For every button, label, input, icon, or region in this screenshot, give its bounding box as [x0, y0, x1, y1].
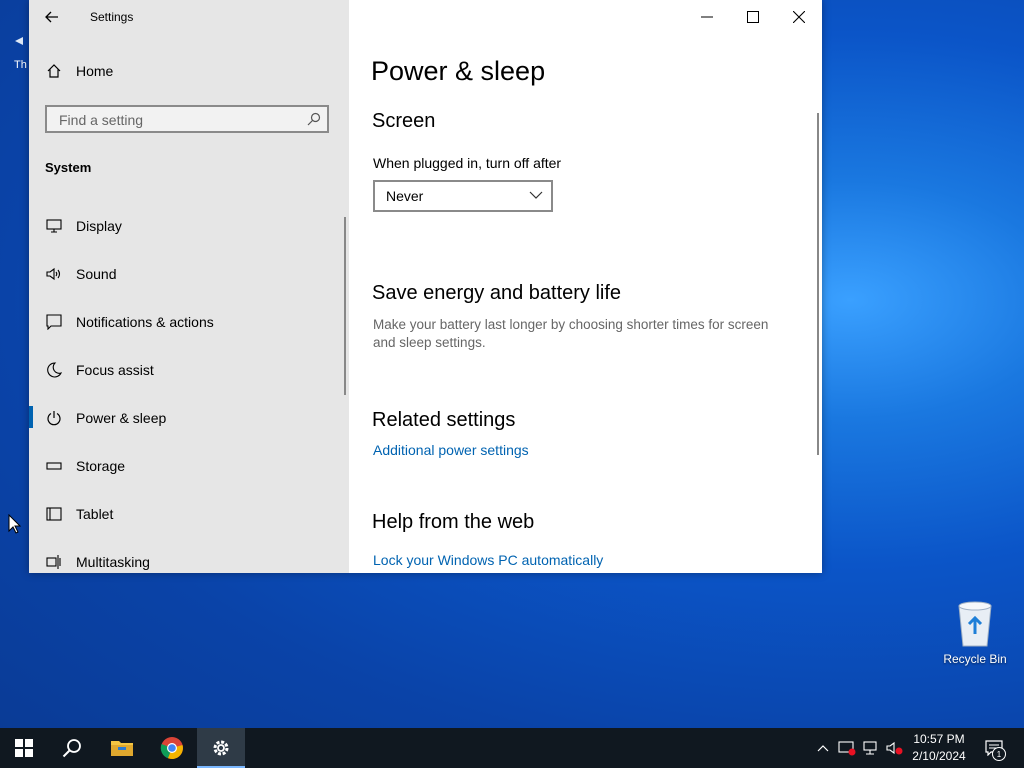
nav-section-label: System [45, 160, 92, 175]
chrome-icon [160, 737, 183, 760]
minimize-icon [701, 16, 713, 18]
file-explorer-icon [111, 741, 133, 756]
moon-icon [45, 361, 63, 379]
search-box[interactable] [45, 105, 329, 133]
back-arrow-icon [45, 11, 58, 23]
plugged-in-label: When plugged in, turn off after [373, 155, 562, 171]
nav-item-sound[interactable]: Sound [29, 254, 349, 294]
show-hidden-icons-button[interactable] [814, 740, 832, 756]
settings-window: Settings Home System Display Sound Notif… [29, 0, 822, 573]
nav-item-notifications[interactable]: Notifications & actions [29, 302, 349, 342]
maximize-icon [747, 11, 759, 23]
nav-item-label: Multitasking [76, 554, 150, 570]
screen-timeout-dropdown[interactable]: Never [373, 180, 553, 212]
notification-count-badge: 1 [992, 747, 1006, 761]
nav-item-label: Power & sleep [76, 410, 167, 426]
help-heading: Help from the web [372, 511, 535, 533]
related-settings-heading: Related settings [372, 409, 516, 431]
file-explorer-button[interactable] [98, 728, 146, 768]
settings-icon [213, 740, 229, 756]
monitor-icon [45, 217, 63, 235]
nav-pane: Settings Home System Display Sound Notif… [29, 0, 349, 573]
recycle-bin-icon [958, 601, 992, 647]
nav-item-display[interactable]: Display [29, 206, 349, 246]
nav-item-tablet[interactable]: Tablet [29, 494, 349, 534]
chevron-up-icon [817, 745, 829, 752]
close-icon [793, 11, 805, 23]
content-pane: Power & sleep Screen When plugged in, tu… [349, 0, 822, 573]
search-icon [62, 739, 81, 758]
search-icon[interactable] [307, 112, 321, 131]
nav-item-label: Storage [76, 458, 126, 474]
mouse-cursor-icon [8, 513, 22, 539]
clock-date: 2/10/2024 [912, 749, 966, 763]
save-energy-description: Make your battery last longer by choosin… [373, 317, 769, 350]
clock[interactable]: 10:57 PM 2/10/2024 [906, 731, 972, 765]
nav-item-storage[interactable]: Storage [29, 446, 349, 486]
nav-home[interactable]: Home [45, 62, 113, 80]
minimize-button[interactable] [684, 0, 730, 34]
nav-item-power-sleep[interactable]: Power & sleep [29, 398, 349, 438]
security-icon [838, 741, 856, 756]
chrome-button[interactable] [148, 728, 196, 768]
network-icon [863, 741, 877, 755]
taskbar: 10:57 PM 2/10/2024 1 [0, 728, 1024, 768]
window-title: Settings [90, 10, 134, 24]
active-indicator [29, 406, 33, 428]
start-button[interactable] [0, 728, 48, 768]
nav-item-label: Focus assist [76, 362, 154, 378]
speaker-icon [45, 265, 63, 283]
title-bar: Settings [29, 0, 349, 34]
dropdown-value: Never [386, 188, 424, 204]
recycle-bin-label: Recycle Bin [943, 652, 1007, 666]
lock-pc-link[interactable]: Lock your Windows PC automatically [373, 552, 603, 568]
network-tray-icon[interactable] [862, 740, 880, 756]
maximize-button[interactable] [730, 0, 776, 34]
action-center-button[interactable]: 1 [980, 734, 1008, 762]
additional-power-settings-link[interactable]: Additional power settings [373, 442, 529, 458]
recycle-bin[interactable]: Recycle Bin [940, 600, 1010, 666]
screen-heading: Screen [372, 110, 436, 132]
content-scrollbar[interactable] [817, 113, 819, 455]
nav-item-label: Display [76, 218, 122, 234]
volume-tray-icon[interactable] [886, 740, 904, 756]
storage-icon [45, 457, 63, 475]
save-energy-heading: Save energy and battery life [372, 282, 622, 304]
nav-item-label: Sound [76, 266, 117, 282]
nav-scrollbar[interactable] [344, 217, 346, 395]
tablet-icon [45, 505, 63, 523]
search-input[interactable] [57, 111, 301, 129]
back-button[interactable] [39, 4, 65, 30]
close-button[interactable] [776, 0, 822, 34]
settings-taskbar-button[interactable] [197, 728, 245, 768]
nav-item-label: Tablet [76, 506, 114, 522]
page-title: Power & sleep [371, 56, 546, 86]
multitasking-icon [45, 553, 63, 571]
start-icon [15, 739, 33, 757]
message-icon [45, 313, 63, 331]
nav-item-label: Notifications & actions [76, 314, 214, 330]
chevron-down-icon [529, 191, 543, 199]
clock-time: 10:57 PM [913, 732, 965, 746]
volume-muted-icon [886, 741, 903, 755]
nav-item-multitasking[interactable]: Multitasking [29, 542, 349, 573]
nav-home-label: Home [76, 63, 114, 79]
home-icon [45, 62, 63, 80]
nav-item-focus-assist[interactable]: Focus assist [29, 350, 349, 390]
security-tray-icon[interactable] [838, 740, 856, 756]
search-button[interactable] [48, 728, 96, 768]
arrow-icon [15, 37, 23, 45]
power-icon [45, 409, 63, 427]
